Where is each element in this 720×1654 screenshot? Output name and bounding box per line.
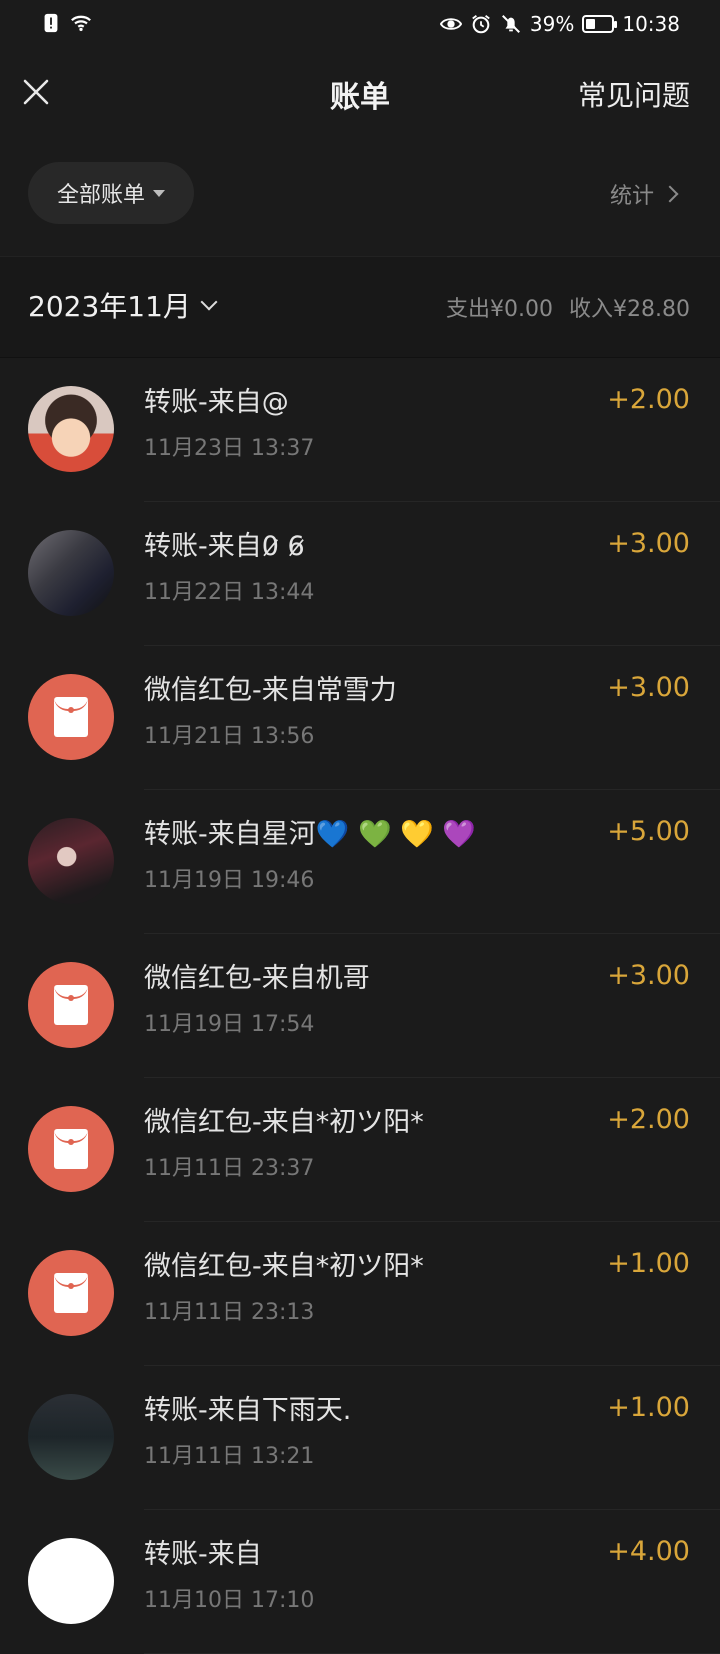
transaction-amount: +2.00 bbox=[607, 1104, 690, 1135]
transaction-amount: +1.00 bbox=[607, 1248, 690, 1279]
transaction-amount: +3.00 bbox=[607, 528, 690, 559]
transaction-title: 转账-来自0̷ 6̷ bbox=[144, 531, 305, 562]
expense-total: 支出¥0.00 bbox=[446, 297, 554, 322]
transaction-time: 11月22日 13:44 bbox=[144, 580, 315, 605]
envelope-seal bbox=[68, 707, 74, 713]
transaction-title: 转账-来自 bbox=[144, 1539, 262, 1570]
transaction-row[interactable]: 微信红包-来自*初ツ阳* 11月11日 23:37 +2.00 bbox=[0, 1078, 720, 1222]
mute-icon bbox=[501, 15, 520, 33]
battery-percent: 39% bbox=[529, 12, 575, 36]
transaction-time: 11月11日 23:13 bbox=[144, 1300, 315, 1325]
envelope-seal bbox=[68, 1139, 74, 1145]
status-bar: 39% 10:38 bbox=[0, 0, 720, 48]
transaction-title: 转账-来自下雨天. bbox=[144, 1395, 352, 1426]
income-total: 收入¥28.80 bbox=[569, 297, 690, 322]
avatar bbox=[28, 818, 114, 904]
envelope-shape bbox=[54, 697, 88, 737]
transaction-row[interactable]: 微信红包-来自*初ツ阳* 11月11日 23:13 +1.00 bbox=[0, 1222, 720, 1366]
chevron-right-icon bbox=[661, 185, 679, 203]
envelope-shape bbox=[54, 985, 88, 1025]
envelope-seal bbox=[68, 995, 74, 1001]
month-summary-bar: 2023年11月 支出¥0.00 收入¥28.80 bbox=[0, 256, 720, 358]
transaction-title: 转账-来自@ bbox=[144, 387, 289, 418]
transaction-amount: +1.00 bbox=[607, 1392, 690, 1423]
transaction-time: 11月19日 17:54 bbox=[144, 1012, 315, 1037]
transaction-time: 11月10日 17:10 bbox=[144, 1588, 315, 1613]
avatar bbox=[28, 1394, 114, 1480]
avatar bbox=[28, 386, 114, 472]
transaction-row[interactable]: 转账-来自星河💙 💚 💛 💜 11月19日 19:46 +5.00 bbox=[0, 790, 720, 934]
transaction-time: 11月19日 19:46 bbox=[144, 868, 315, 893]
top-bar: 账单 常见问题 bbox=[0, 56, 720, 132]
transaction-amount: +2.00 bbox=[607, 384, 690, 415]
month-selector[interactable]: 2023年11月 bbox=[28, 285, 218, 325]
transaction-time: 11月21日 13:56 bbox=[144, 724, 315, 749]
envelope-shape bbox=[54, 1273, 88, 1313]
transaction-title: 微信红包-来自常雪力 bbox=[144, 675, 397, 706]
eye-icon bbox=[439, 18, 462, 30]
month-totals: 支出¥0.00 收入¥28.80 bbox=[446, 291, 690, 323]
envelope-shape bbox=[54, 1129, 88, 1169]
red-packet-icon bbox=[28, 1106, 114, 1192]
red-packet-icon bbox=[28, 1250, 114, 1336]
transaction-time: 11月11日 13:21 bbox=[144, 1444, 315, 1469]
all-bills-dropdown[interactable]: 全部账单 bbox=[28, 162, 194, 224]
transaction-row[interactable]: 转账-来自下雨天. 11月11日 13:21 +1.00 bbox=[0, 1366, 720, 1510]
avatar bbox=[28, 1538, 114, 1624]
stats-label: 统计 bbox=[609, 184, 654, 209]
transaction-title: 微信红包-来自机哥 bbox=[144, 963, 370, 994]
wifi-icon bbox=[71, 15, 91, 32]
transaction-amount: +3.00 bbox=[607, 960, 690, 991]
envelope-seal bbox=[68, 1283, 74, 1289]
battery-icon bbox=[582, 15, 618, 33]
transaction-row[interactable]: 微信红包-来自常雪力 11月21日 13:56 +3.00 bbox=[0, 646, 720, 790]
transaction-row[interactable]: 微信红包-来自机哥 11月19日 17:54 +3.00 bbox=[0, 934, 720, 1078]
month-label: 2023年11月 bbox=[28, 290, 191, 323]
transaction-row[interactable]: 转账-来自 11月10日 17:10 +4.00 bbox=[0, 1510, 720, 1654]
transaction-title: 微信红包-来自*初ツ阳* bbox=[144, 1107, 424, 1138]
battery-level bbox=[586, 19, 596, 29]
transaction-row[interactable]: 转账-来自0̷ 6̷ 11月22日 13:44 +3.00 bbox=[0, 502, 720, 646]
red-packet-icon bbox=[28, 674, 114, 760]
transaction-time: 11月23日 13:37 bbox=[144, 436, 315, 461]
sim-alert-icon bbox=[44, 13, 58, 33]
transaction-amount: +3.00 bbox=[607, 672, 690, 703]
transaction-amount: +4.00 bbox=[607, 1536, 690, 1567]
transaction-time: 11月11日 23:37 bbox=[144, 1156, 315, 1181]
filter-row: 全部账单 统计 bbox=[0, 160, 720, 232]
transaction-title: 微信红包-来自*初ツ阳* bbox=[144, 1251, 424, 1282]
red-packet-icon bbox=[28, 962, 114, 1048]
chevron-down-icon bbox=[200, 293, 218, 311]
transaction-list: 转账-来自@ 11月23日 13:37 +2.00 转账-来自0̷ 6̷ 11月22日 … bbox=[0, 358, 720, 1654]
all-bills-label: 全部账单 bbox=[56, 183, 145, 208]
alarm-icon bbox=[472, 15, 490, 34]
stats-link[interactable]: 统计 bbox=[609, 178, 679, 210]
transaction-amount: +5.00 bbox=[607, 816, 690, 847]
clock: 10:38 bbox=[622, 12, 680, 36]
transaction-title: 转账-来自星河💙 💚 💛 💜 bbox=[144, 819, 476, 850]
caret-down-icon bbox=[153, 189, 165, 197]
transaction-row[interactable]: 转账-来自@ 11月23日 13:37 +2.00 bbox=[0, 358, 720, 502]
faq-link[interactable]: 常见问题 bbox=[578, 74, 690, 114]
avatar bbox=[28, 530, 114, 616]
